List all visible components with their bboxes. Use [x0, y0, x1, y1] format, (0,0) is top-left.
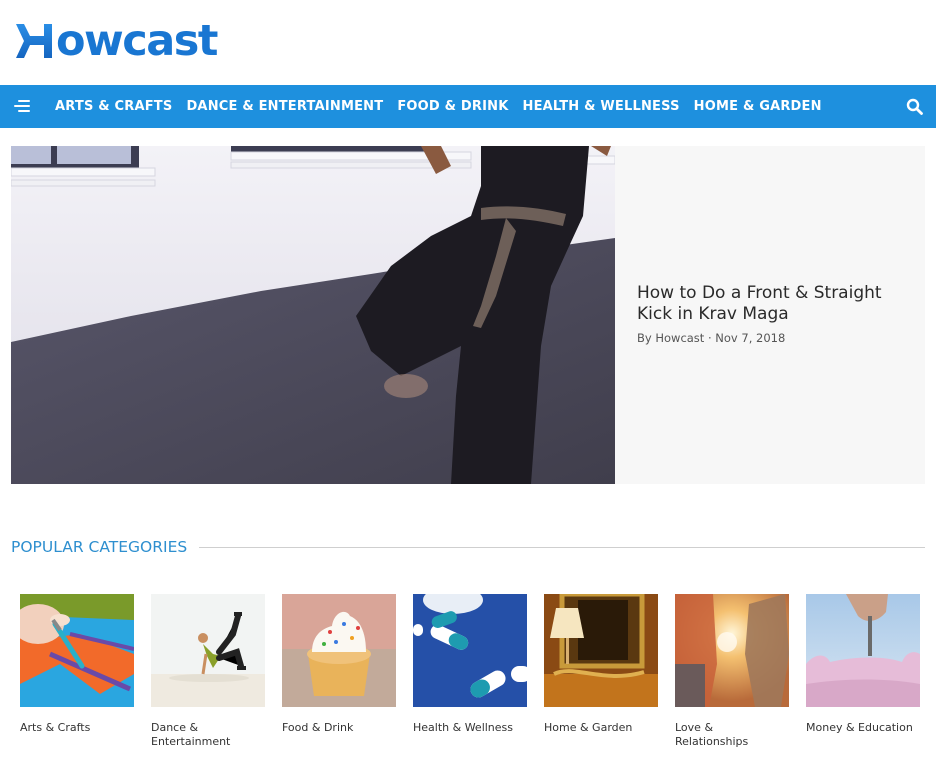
popular-categories-header: POPULAR CATEGORIES	[11, 537, 925, 557]
nav-link-food-drink[interactable]: FOOD & DRINK	[397, 99, 508, 114]
category-card-arts-crafts[interactable]: Arts & Crafts	[20, 594, 134, 749]
featured-video-thumbnail[interactable]	[11, 146, 615, 484]
category-label: Home & Garden	[544, 721, 633, 734]
logo-h-arrow-icon	[16, 24, 52, 58]
category-card-love-relationships[interactable]: Love & Relationships	[675, 594, 789, 749]
category-label: Health & Wellness	[413, 721, 514, 734]
category-card-food-drink[interactable]: Food & Drink	[282, 594, 396, 749]
section-title: POPULAR CATEGORIES	[11, 538, 188, 556]
nav-link-home-garden[interactable]: HOME & GARDEN	[694, 99, 822, 114]
featured-article: How to Do a Front & Straight Kick in Kra…	[11, 146, 925, 484]
category-card-money-education[interactable]: Money & Education	[806, 594, 920, 749]
category-label: Love & Relationships	[675, 721, 749, 748]
section-divider	[199, 546, 925, 548]
nav-link-dance-entertainment[interactable]: DANCE & ENTERTAINMENT	[186, 99, 383, 114]
category-image-lamp-mirror	[544, 594, 658, 707]
category-label: Dance & Entertainment	[151, 721, 231, 748]
nav-links: ARTS & CRAFTS DANCE & ENTERTAINMENT FOOD…	[55, 85, 836, 128]
category-grid: Arts & Crafts Dance & Entertainment Food…	[20, 594, 936, 749]
featured-article-meta: By Howcast · Nov 7, 2018	[637, 331, 786, 345]
category-image-breakdancer	[151, 594, 265, 707]
category-label: Money & Education	[806, 721, 913, 734]
site-header: owcast	[0, 0, 936, 85]
category-image-piggy-bank	[806, 594, 920, 707]
hamburger-icon[interactable]	[14, 98, 32, 114]
howcast-logo[interactable]: owcast	[14, 15, 218, 66]
search-icon[interactable]	[906, 98, 923, 115]
category-image-cupcake	[282, 594, 396, 707]
logo-wordmark: owcast	[56, 15, 218, 66]
featured-article-panel: How to Do a Front & Straight Kick in Kra…	[615, 146, 925, 484]
category-card-home-garden[interactable]: Home & Garden	[544, 594, 658, 749]
category-card-health-wellness[interactable]: Health & Wellness	[413, 594, 527, 749]
featured-article-title[interactable]: How to Do a Front & Straight Kick in Kra…	[637, 283, 907, 325]
category-label: Arts & Crafts	[20, 721, 91, 734]
nav-link-health-wellness[interactable]: HEALTH & WELLNESS	[522, 99, 679, 114]
category-image-pills	[413, 594, 527, 707]
category-image-couple	[675, 594, 789, 707]
category-image-painting	[20, 594, 134, 707]
nav-link-arts-crafts[interactable]: ARTS & CRAFTS	[55, 99, 172, 114]
category-nav: ARTS & CRAFTS DANCE & ENTERTAINMENT FOOD…	[0, 85, 936, 128]
category-card-dance-entertainment[interactable]: Dance & Entertainment	[151, 594, 265, 749]
category-label: Food & Drink	[282, 721, 354, 734]
